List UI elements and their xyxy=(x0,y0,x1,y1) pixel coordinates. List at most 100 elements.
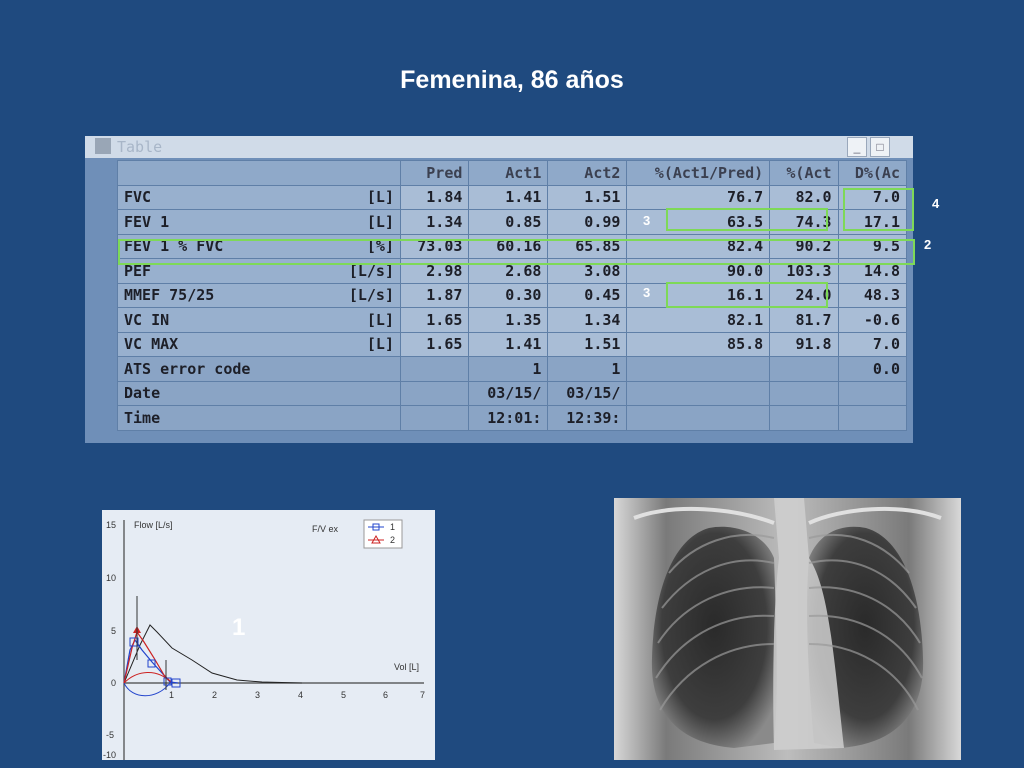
table-cell xyxy=(626,380,771,406)
table-row: FVC [L] 1.84 1.41 1.51 76.7 82.0 7.0 xyxy=(117,184,908,210)
highlight-box-fev1-pct xyxy=(666,208,828,231)
row-label-text: MMEF 75/25 xyxy=(124,286,215,305)
table-cell: 1.34 xyxy=(399,209,470,235)
table-cell xyxy=(769,380,839,406)
flow-volume-chart-photo: 15 10 5 0 -5 -10 1 2 3 4 5 6 7 Flow [L/s… xyxy=(102,510,435,760)
table-cell xyxy=(399,356,470,382)
table-cell xyxy=(837,380,908,406)
table-cell: 1 xyxy=(547,356,628,382)
x-tick-label: 7 xyxy=(420,690,425,700)
marker-4: 4 xyxy=(932,196,940,211)
table-cell xyxy=(626,356,771,382)
table-row: Time 12:01: 12:39: xyxy=(117,405,908,431)
table-cell xyxy=(626,405,771,431)
header-cell: D%(Ac xyxy=(837,160,908,186)
header-cell: %(Act1/Pred) xyxy=(626,160,771,186)
table-cell: 7.0 xyxy=(837,331,908,357)
marker-3-bottom: 3 xyxy=(643,285,651,300)
row-label: VC MAX [L] xyxy=(117,331,401,357)
flow-axis-label: Flow [L/s] xyxy=(134,520,173,530)
chest-xray-image xyxy=(614,498,961,760)
y-tick-label: -5 xyxy=(106,730,114,740)
row-unit: [L] xyxy=(366,212,394,231)
x-tick-label: 3 xyxy=(255,690,260,700)
chest-xray-graphic xyxy=(614,498,961,760)
table-cell xyxy=(399,380,470,406)
table-cell: 1.65 xyxy=(399,331,470,357)
table-cell xyxy=(399,405,470,431)
table-cell: 1.65 xyxy=(399,307,470,333)
row-label-text: VC IN xyxy=(124,310,170,329)
header-cell: Act2 xyxy=(547,160,628,186)
table-cell: 0.45 xyxy=(547,282,628,308)
maximize-icon[interactable]: □ xyxy=(870,137,890,157)
header-cell: %(Act xyxy=(769,160,839,186)
marker-3-top: 3 xyxy=(643,213,651,228)
table-cell: 03/15/ xyxy=(547,380,628,406)
row-label: FVC [L] xyxy=(117,184,401,210)
table-row: VC MAX [L] 1.65 1.41 1.51 85.8 91.8 7.0 xyxy=(117,331,908,357)
chart-legend: 1 2 xyxy=(363,519,403,549)
legend-label-2: 2 xyxy=(390,535,395,545)
table-cell: 0.99 xyxy=(547,209,628,235)
table-cell: 0.85 xyxy=(468,209,549,235)
row-unit: [L] xyxy=(366,188,394,207)
table-row: Date 03/15/03/15/ xyxy=(117,380,908,406)
y-tick-label: -10 xyxy=(103,750,116,760)
table-cell: 85.8 xyxy=(626,331,771,357)
y-tick-label: 0 xyxy=(111,678,116,688)
y-tick-label: 15 xyxy=(106,520,116,530)
x-tick-label: 1 xyxy=(169,690,174,700)
row-label: MMEF 75/25 [L/s] xyxy=(117,282,401,308)
row-label: Date xyxy=(117,380,401,406)
row-label-text: Date xyxy=(124,384,161,403)
y-tick-label: 5 xyxy=(111,626,116,636)
table-cell: -0.6 xyxy=(837,307,908,333)
table-row: ATS error code 1 1 0.0 xyxy=(117,356,908,382)
table-cell: 0.0 xyxy=(837,356,908,382)
table-cell xyxy=(769,356,839,382)
row-label: FEV 1 [L] xyxy=(117,209,401,235)
x-tick-label: 5 xyxy=(341,690,346,700)
table-cell: 91.8 xyxy=(769,331,839,357)
table-cell: 12:01: xyxy=(468,405,549,431)
row-label-text: Time xyxy=(124,408,161,427)
table-cell: 81.7 xyxy=(769,307,839,333)
table-header-row: Pred Act1 Act2 %(Act1/Pred) %(Act D%(Ac xyxy=(117,160,908,186)
table-cell: 1.35 xyxy=(468,307,549,333)
row-unit: [L] xyxy=(366,335,394,354)
table-cell: 82.1 xyxy=(626,307,771,333)
header-cell: Act1 xyxy=(468,160,549,186)
window-app-icon xyxy=(95,138,111,154)
row-label-text: VC MAX xyxy=(124,335,179,354)
highlight-box-d-fvc-fev1 xyxy=(843,188,914,231)
table-cell: 1.84 xyxy=(399,184,470,210)
legend-label-1: 1 xyxy=(390,522,395,532)
marker-1: 1 xyxy=(232,614,246,641)
header-cell: Pred xyxy=(399,160,470,186)
table-cell: 76.7 xyxy=(626,184,771,210)
table-cell: 0.30 xyxy=(468,282,549,308)
row-label: Time xyxy=(117,405,401,431)
row-label-text: FEV 1 xyxy=(124,212,170,231)
table-cell: 48.3 xyxy=(837,282,908,308)
table-cell: 1.51 xyxy=(547,184,628,210)
x-tick-label: 6 xyxy=(383,690,388,700)
volume-axis-label: Vol [L] xyxy=(394,662,419,672)
table-cell: 1.51 xyxy=(547,331,628,357)
table-cell: 1.41 xyxy=(468,331,549,357)
minimize-icon[interactable]: _ xyxy=(847,137,867,157)
header-blank xyxy=(117,160,401,186)
highlight-box-mmef-pct xyxy=(666,282,828,308)
table-cell: 1 xyxy=(468,356,549,382)
row-unit: [L/s] xyxy=(348,286,394,305)
x-tick-label: 4 xyxy=(298,690,303,700)
table-cell: 1.87 xyxy=(399,282,470,308)
window-title-bar: Table _ □ xyxy=(85,136,913,158)
table-cell: 1.34 xyxy=(547,307,628,333)
table-row: VC IN [L] 1.65 1.35 1.34 82.1 81.7 -0.6 xyxy=(117,307,908,333)
slide-title: Femenina, 86 años xyxy=(400,66,624,94)
row-label: ATS error code xyxy=(117,356,401,382)
table-cell: 12:39: xyxy=(547,405,628,431)
table-cell xyxy=(769,405,839,431)
